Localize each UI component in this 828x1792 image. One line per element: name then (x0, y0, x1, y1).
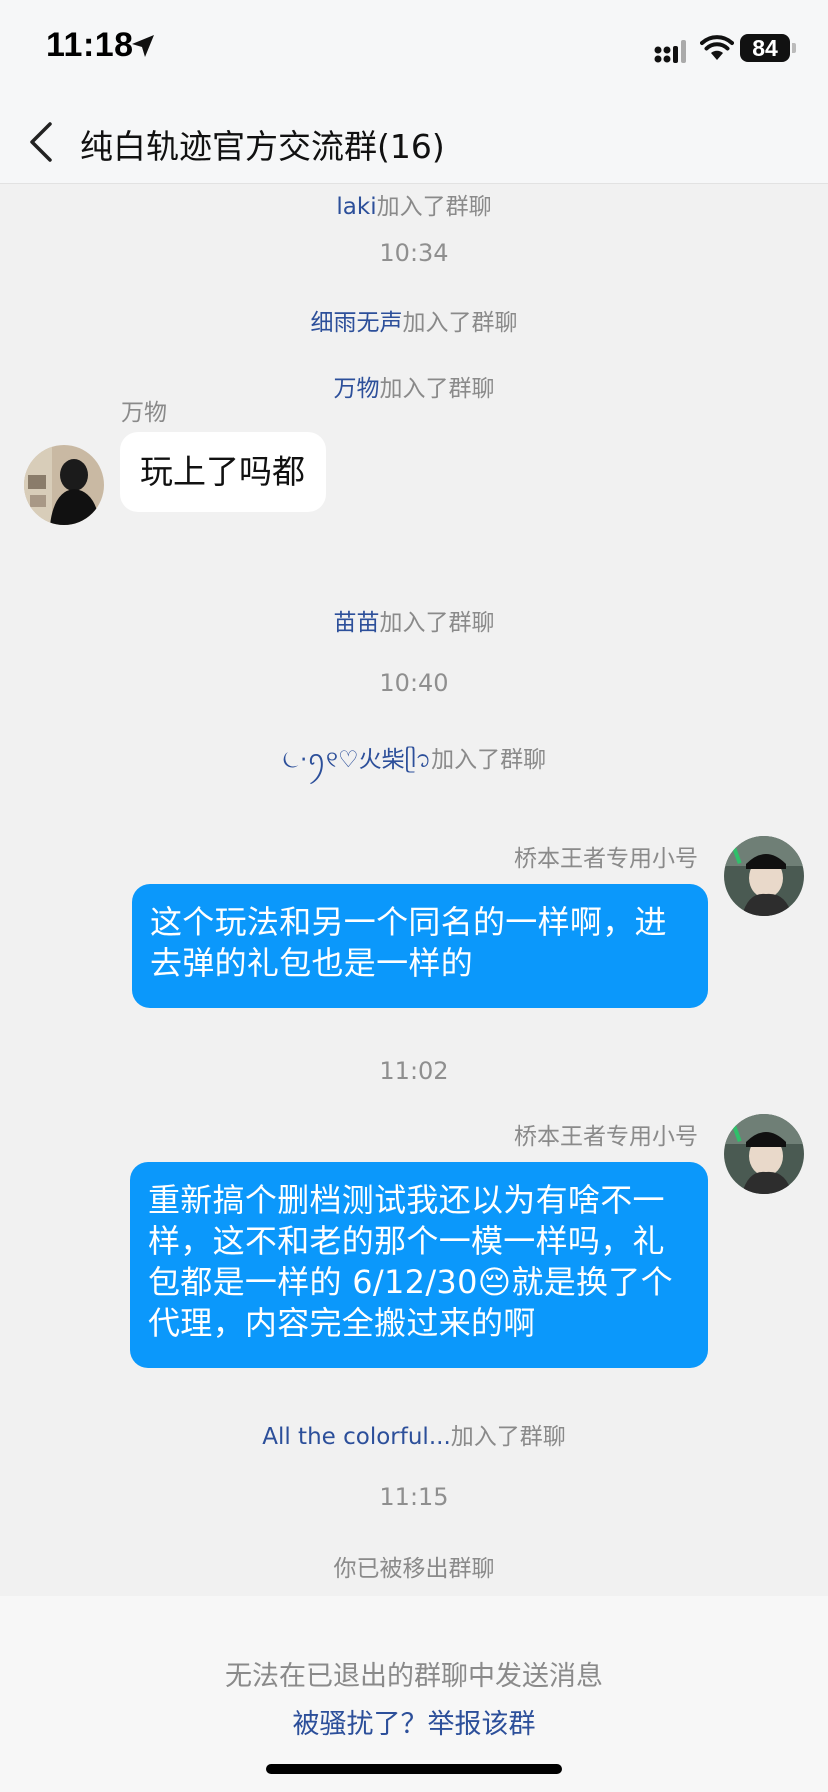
member-name-link[interactable]: 细雨无声 (311, 310, 403, 336)
sender-name: 桥本王者专用小号 (514, 1124, 698, 1150)
member-name-link[interactable]: laki (336, 194, 376, 220)
system-message-join: ⏾·ꪆ୧♡火柴ᥫ᭡加入了群聊 (0, 737, 828, 785)
join-text: 加入了群聊 (450, 1424, 566, 1450)
battery-indicator: 84 (740, 34, 790, 62)
wifi-icon (700, 35, 734, 60)
join-text: 加入了群聊 (379, 376, 495, 402)
member-name-link[interactable]: All the colorful... (262, 1424, 451, 1450)
member-name-link[interactable]: ⏾·ꪆ୧♡火柴ᥫ᭡ (282, 747, 431, 773)
cannot-send-notice: 无法在已退出的群聊中发送消息 (225, 1661, 603, 1692)
join-text: 加入了群聊 (402, 310, 518, 336)
avatar-image-icon (24, 445, 104, 525)
cellular-signal-icon (654, 40, 686, 63)
system-message-join: laki加入了群聊 (0, 187, 828, 221)
system-message-join: 苗苗加入了群聊 (0, 603, 828, 637)
navigation-bar: 纯白轨迹官方交流群(16) (0, 100, 828, 184)
back-chevron-icon[interactable] (22, 118, 62, 166)
home-indicator[interactable] (266, 1764, 562, 1774)
join-text: 加入了群聊 (431, 747, 547, 773)
timestamp: 11:02 (379, 1057, 449, 1085)
avatar-image-icon (724, 836, 804, 916)
message-bubble-outgoing[interactable]: 重新搞个删档测试我还以为有啥不一样，这不和老的那个一模一样吗，礼包都是一样的 6… (130, 1162, 708, 1368)
timestamp: 11:15 (379, 1483, 449, 1511)
input-disabled-footer: 无法在已退出的群聊中发送消息 被骚扰了？举报该群 (0, 1596, 828, 1792)
member-name-link[interactable]: 万物 (334, 376, 380, 402)
status-bar: 11:18 84 (0, 0, 828, 100)
system-message-join: All the colorful...加入了群聊 (0, 1417, 828, 1451)
avatar[interactable] (24, 445, 104, 525)
join-text: 加入了群聊 (379, 610, 495, 636)
page-title: 纯白轨迹官方交流群(16) (80, 127, 445, 166)
chat-message-list[interactable]: laki加入了群聊 10:34 细雨无声加入了群聊 万物加入了群聊 万物 玩上了… (0, 185, 828, 1595)
report-group-link[interactable]: 被骚扰了？举报该群 (0, 1702, 828, 1741)
sender-name: 桥本王者专用小号 (514, 846, 698, 872)
avatar-image-icon (724, 1114, 804, 1194)
message-bubble-incoming[interactable]: 玩上了吗都 (120, 432, 326, 512)
join-text: 加入了群聊 (376, 194, 492, 220)
avatar[interactable] (724, 1114, 804, 1194)
battery-tip (792, 43, 796, 53)
timestamp: 10:34 (379, 239, 449, 267)
avatar[interactable] (724, 836, 804, 916)
message-bubble-outgoing[interactable]: 这个玩法和另一个同名的一样啊，进去弹的礼包也是一样的 (132, 884, 708, 1008)
location-arrow-icon (132, 35, 154, 57)
timestamp: 10:40 (379, 669, 449, 697)
member-name-link[interactable]: 苗苗 (334, 610, 380, 636)
sender-name: 万物 (121, 400, 167, 426)
removed-notice: 你已被移出群聊 (333, 1556, 495, 1582)
system-message-join: 细雨无声加入了群聊 (0, 303, 828, 337)
status-time: 11:18 (46, 26, 134, 64)
